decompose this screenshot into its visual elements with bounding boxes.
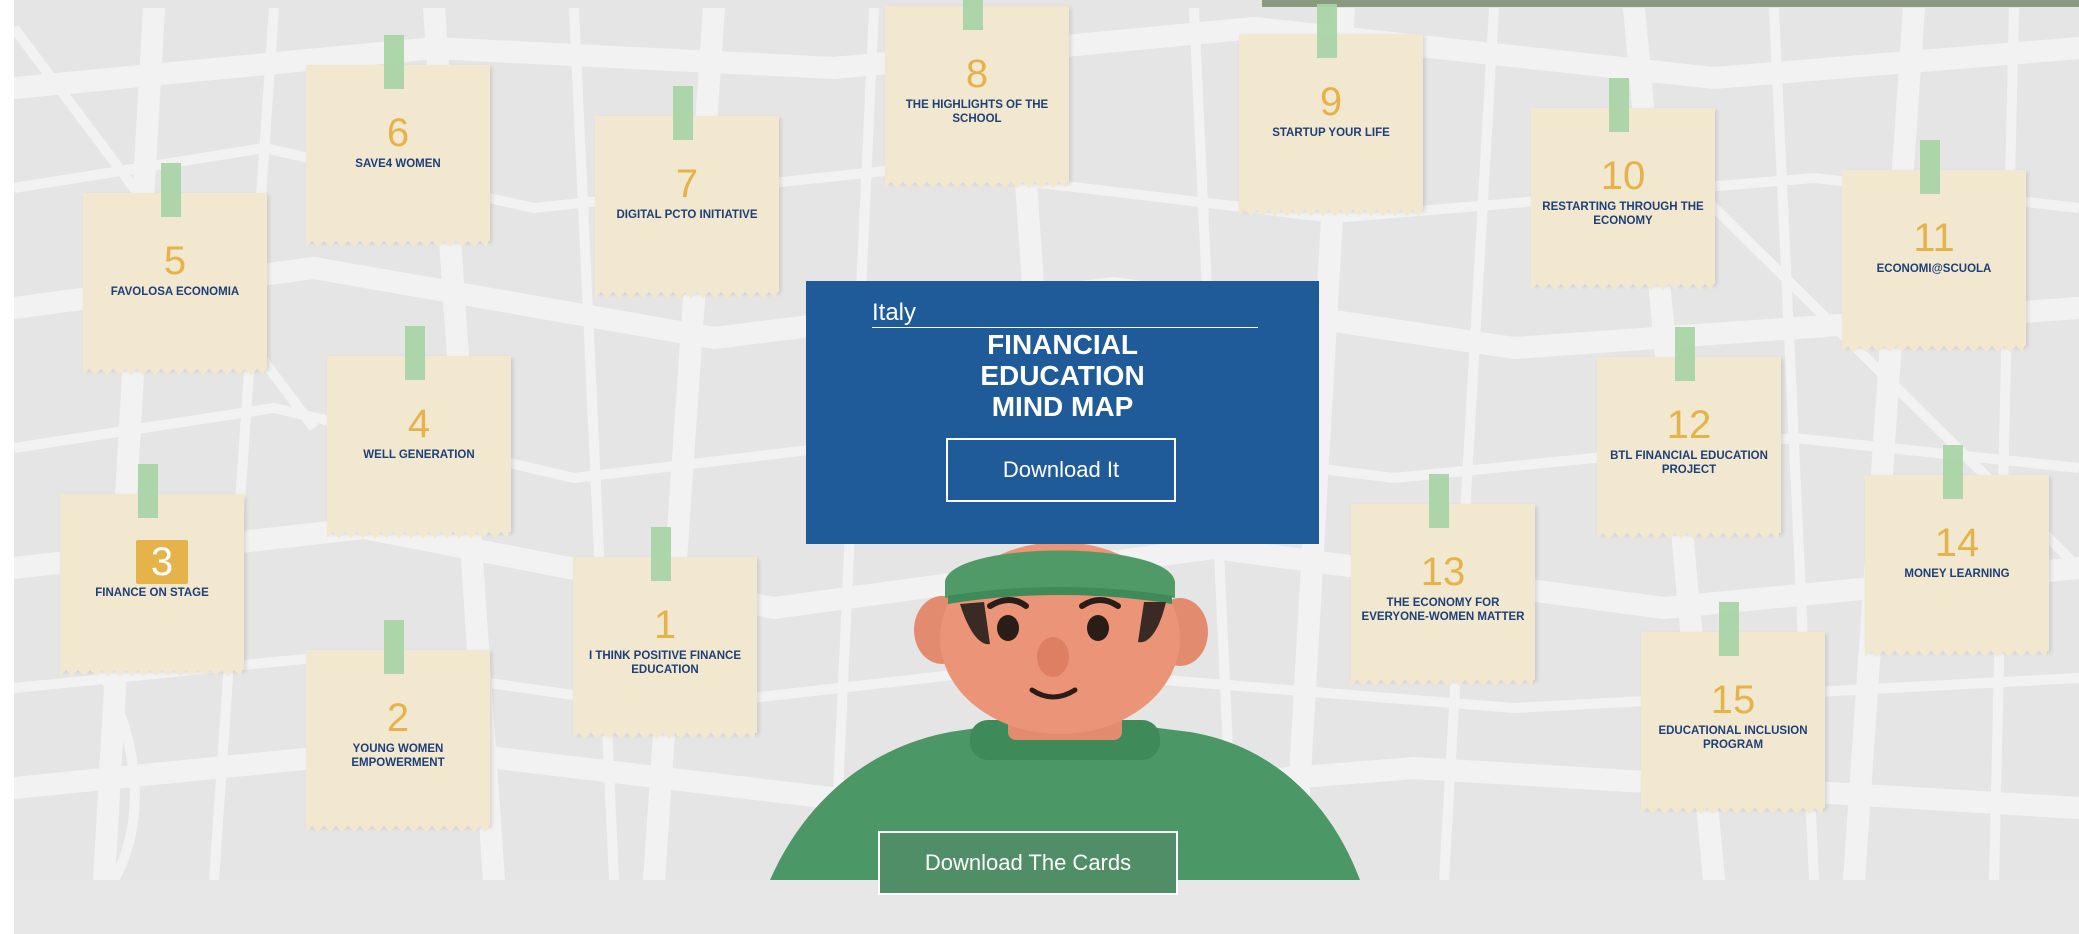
card-number: 5: [163, 239, 187, 283]
torn-edge: [1531, 280, 1715, 290]
card-title: EDUCATIONAL INCLUSION PROGRAM: [1658, 725, 1808, 751]
tape: [138, 464, 158, 518]
card-title: WELL GENERATION: [363, 449, 475, 461]
tape: [1429, 474, 1449, 528]
card-title: THE HIGHLIGHTS OF THE SCHOOL: [905, 99, 1049, 125]
country-label: Italy: [872, 299, 917, 326]
torn-edge: [60, 666, 244, 676]
tape: [1943, 445, 1963, 499]
project-card-3[interactable]: 3 FINANCE ON STAGE: [60, 464, 244, 676]
torn-edge: [1597, 529, 1781, 539]
torn-edge: [1865, 647, 2049, 657]
download-cards-button[interactable]: Download The Cards: [878, 831, 1178, 895]
card-number: 10: [1600, 154, 1646, 198]
torn-edge: [1351, 676, 1535, 686]
mind-map-panel: Italy FINANCIAL EDUCATION MIND MAP Downl…: [806, 281, 1319, 544]
project-card-9[interactable]: 9 STARTUP YOUR LIFE: [1239, 4, 1423, 216]
card-number: 8: [965, 52, 989, 96]
torn-edge: [573, 729, 757, 739]
project-card-14[interactable]: 14 MONEY LEARNING: [1865, 445, 2049, 657]
torn-edge: [83, 365, 267, 375]
tape: [405, 326, 425, 380]
card-number: 14: [1934, 521, 1980, 565]
tape: [651, 527, 671, 581]
download-it-button[interactable]: Download It: [946, 438, 1176, 502]
torn-edge: [595, 288, 779, 298]
card-number: 1: [653, 603, 677, 647]
project-card-4[interactable]: 4 WELL GENERATION: [327, 326, 511, 538]
card-number: 13: [1420, 550, 1466, 594]
card-number: 12: [1666, 403, 1712, 447]
project-card-1[interactable]: 1 I THINK POSITIVE FINANCE EDUCATION: [573, 527, 757, 739]
card-title: FAVOLOSA ECONOMIA: [110, 286, 240, 298]
card-title: DIGITAL PCTO INITIATIVE: [616, 209, 758, 221]
card-number: 7: [675, 162, 699, 206]
project-card-2[interactable]: 2 YOUNG WOMEN EMPOWERMENT: [306, 620, 490, 832]
tape: [673, 86, 693, 140]
card-title: STARTUP YOUR LIFE: [1272, 127, 1390, 139]
tape: [1317, 4, 1337, 58]
tape: [384, 35, 404, 89]
project-card-12[interactable]: 12 BTL FINANCIAL EDUCATION PROJECT: [1597, 327, 1781, 539]
card-number: 3: [136, 540, 188, 584]
mind-map-title: FINANCIAL EDUCATION MIND MAP: [980, 329, 1145, 422]
card-title: ECONOMI@SCUOLA: [1876, 263, 1992, 275]
project-card-13[interactable]: 13 THE ECONOMY FOR EVERYONE-WOMEN MATTER: [1351, 474, 1535, 686]
project-card-10[interactable]: 10 RESTARTING THROUGH THE ECONOMY: [1531, 78, 1715, 290]
character-illustration: [770, 542, 1360, 880]
card-title: BTL FINANCIAL EDUCATION PROJECT: [1610, 450, 1768, 476]
torn-edge: [327, 528, 511, 538]
card-number: 9: [1319, 80, 1343, 124]
tape: [1719, 602, 1739, 656]
card-title: SAVE4 WOMEN: [355, 158, 441, 170]
top-accent-strip: [1262, 0, 2079, 7]
title-divider: [872, 327, 1258, 328]
torn-edge: [1641, 804, 1825, 814]
project-card-15[interactable]: 15 EDUCATIONAL INCLUSION PROGRAM: [1641, 602, 1825, 814]
card-number: 11: [1913, 216, 1955, 260]
tape: [161, 163, 181, 217]
tape: [1920, 140, 1940, 194]
card-number: 6: [386, 111, 410, 155]
card-number: 15: [1710, 678, 1756, 722]
torn-edge: [1239, 206, 1423, 216]
torn-edge: [1842, 342, 2026, 352]
project-card-8[interactable]: 8 THE HIGHLIGHTS OF THE SCHOOL: [885, 0, 1069, 188]
card-title: FINANCE ON STAGE: [95, 587, 209, 599]
torn-edge: [306, 822, 490, 832]
card-number: 4: [407, 402, 431, 446]
torn-edge: [885, 178, 1069, 188]
tape: [1609, 78, 1629, 132]
torn-edge: [306, 237, 490, 247]
card-title: RESTARTING THROUGH THE ECONOMY: [1542, 201, 1704, 227]
tape: [963, 0, 983, 30]
card-title: THE ECONOMY FOR EVERYONE-WOMEN MATTER: [1361, 597, 1525, 623]
project-card-5[interactable]: 5 FAVOLOSA ECONOMIA: [83, 163, 267, 375]
project-card-7[interactable]: 7 DIGITAL PCTO INITIATIVE: [595, 86, 779, 298]
project-card-6[interactable]: 6 SAVE4 WOMEN: [306, 35, 490, 247]
tape: [1675, 327, 1695, 381]
card-title: I THINK POSITIVE FINANCE EDUCATION: [588, 650, 742, 676]
card-title: YOUNG WOMEN EMPOWERMENT: [351, 743, 445, 769]
project-card-11[interactable]: 11 ECONOMI@SCUOLA: [1842, 140, 2026, 352]
tape: [384, 620, 404, 674]
card-number: 2: [386, 696, 410, 740]
card-title: MONEY LEARNING: [1904, 568, 2010, 580]
